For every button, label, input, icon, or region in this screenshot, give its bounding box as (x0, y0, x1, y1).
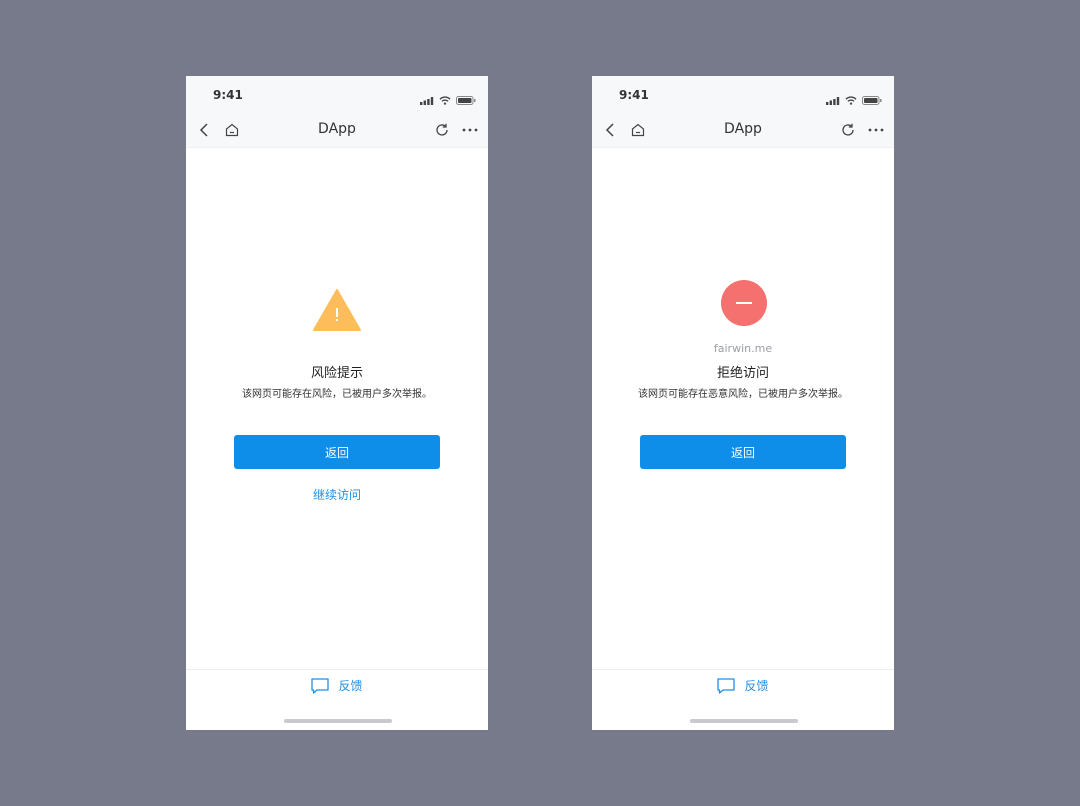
more-button[interactable] (866, 120, 886, 140)
continue-visit-link[interactable]: 继续访问 (186, 486, 488, 503)
warning-icon (313, 289, 361, 331)
site-domain: fairwin.me (713, 342, 773, 355)
page-title: 风险提示 (310, 366, 363, 381)
status-icons (420, 90, 476, 109)
chat-bubble-icon (717, 677, 736, 694)
footer: 反馈 (592, 669, 894, 730)
home-indicator (690, 719, 798, 723)
back-primary-button[interactable]: 返回 (640, 435, 846, 469)
status-time: 9:41 (213, 88, 243, 102)
feedback-label: 反馈 (338, 679, 363, 693)
back-primary-button[interactable]: 返回 (234, 435, 440, 469)
description: 该网页可能存在风险，已被用户多次举报。 (242, 389, 432, 400)
more-icon (868, 128, 884, 132)
more-icon (462, 128, 478, 132)
status-time: 9:41 (619, 88, 649, 102)
feedback-button[interactable]: 反馈 (592, 677, 894, 694)
feedback-label: 反馈 (744, 679, 769, 693)
status-icons (826, 90, 882, 109)
description: 该网页可能存在恶意风险，已被用户多次举报。 (638, 389, 848, 400)
wifi-icon (439, 90, 451, 109)
signal-icon (420, 90, 434, 109)
refresh-icon (436, 123, 448, 136)
page-title: 拒绝访问 (716, 366, 769, 381)
refresh-icon (842, 123, 854, 136)
more-button[interactable] (460, 120, 480, 140)
feedback-button[interactable]: 反馈 (186, 677, 488, 694)
access-denied-screen: 9:41 DApp fairwin.me 拒绝访问 该网页可能存在恶意风险，已被… (592, 76, 894, 730)
refresh-button[interactable] (838, 120, 858, 140)
top-bar: 9:41 DApp (592, 76, 894, 148)
top-bar: 9:41 DApp (186, 76, 488, 148)
battery-icon (456, 90, 476, 109)
blocked-icon-bar (736, 302, 752, 304)
wifi-icon (845, 90, 857, 109)
signal-icon (826, 90, 840, 109)
refresh-button[interactable] (432, 120, 452, 140)
chat-bubble-icon (311, 677, 330, 694)
battery-icon (862, 90, 882, 109)
blocked-icon (721, 280, 767, 326)
footer: 反馈 (186, 669, 488, 730)
home-indicator (284, 719, 392, 723)
risk-warning-screen: 9:41 DApp 风险提示 该网页可能存在风险，已被用户多次举报。 返回 继续… (186, 76, 488, 730)
